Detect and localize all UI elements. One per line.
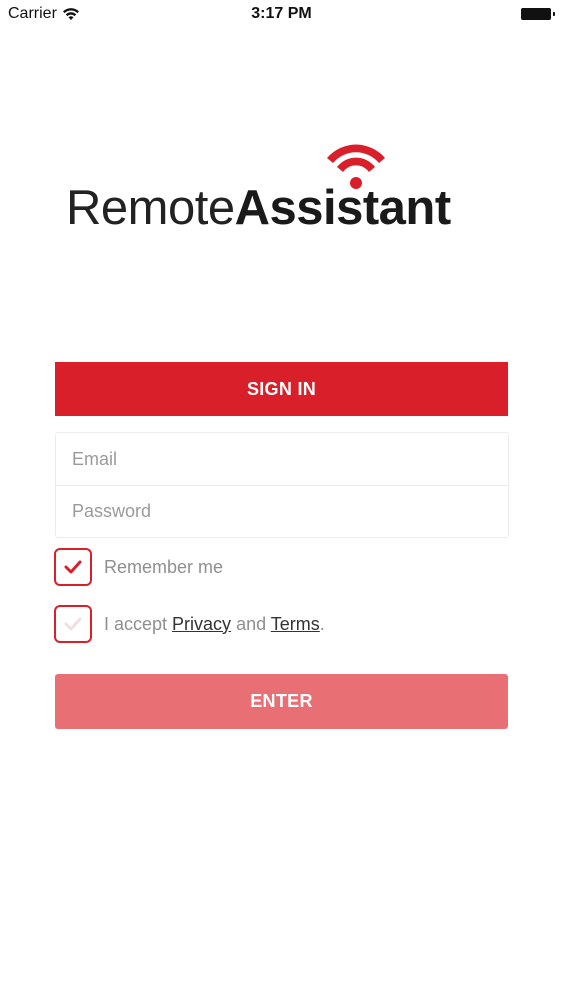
enter-button[interactable]: ENTER — [55, 674, 508, 729]
accept-suffix: . — [319, 613, 325, 634]
remember-me-label: Remember me — [104, 556, 224, 577]
email-field-container — [56, 433, 508, 485]
checkmark-icon — [64, 560, 82, 574]
logo-text-remote: Remote — [66, 181, 235, 235]
password-field[interactable] — [72, 501, 492, 522]
password-field-container — [56, 485, 508, 537]
logo-wordmark: RemoteAssistant — [66, 178, 451, 238]
privacy-link[interactable]: Privacy — [172, 614, 231, 634]
checkmark-icon — [64, 617, 82, 631]
email-field[interactable] — [72, 448, 492, 470]
accept-terms-label: I accept Privacy and Terms. — [104, 614, 325, 635]
status-time: 3:17 PM — [251, 5, 312, 22]
accept-prefix: I accept — [104, 613, 173, 634]
sign-in-header: SIGN IN — [55, 362, 508, 416]
accept-terms-checkbox[interactable] — [54, 605, 92, 643]
accept-terms-row: I accept Privacy and Terms. — [54, 605, 325, 643]
remember-me-row: Remember me — [54, 548, 223, 586]
status-bar: Carrier 3:17 PM — [0, 0, 563, 30]
battery-icon — [521, 8, 555, 20]
remember-me-checkbox[interactable] — [54, 548, 92, 586]
credentials-form — [55, 432, 509, 538]
terms-link[interactable]: Terms — [271, 614, 320, 634]
app-logo: RemoteAssistant — [66, 140, 506, 240]
logo-text-assistant: Assistant — [234, 181, 452, 235]
accept-and: and — [231, 613, 271, 634]
